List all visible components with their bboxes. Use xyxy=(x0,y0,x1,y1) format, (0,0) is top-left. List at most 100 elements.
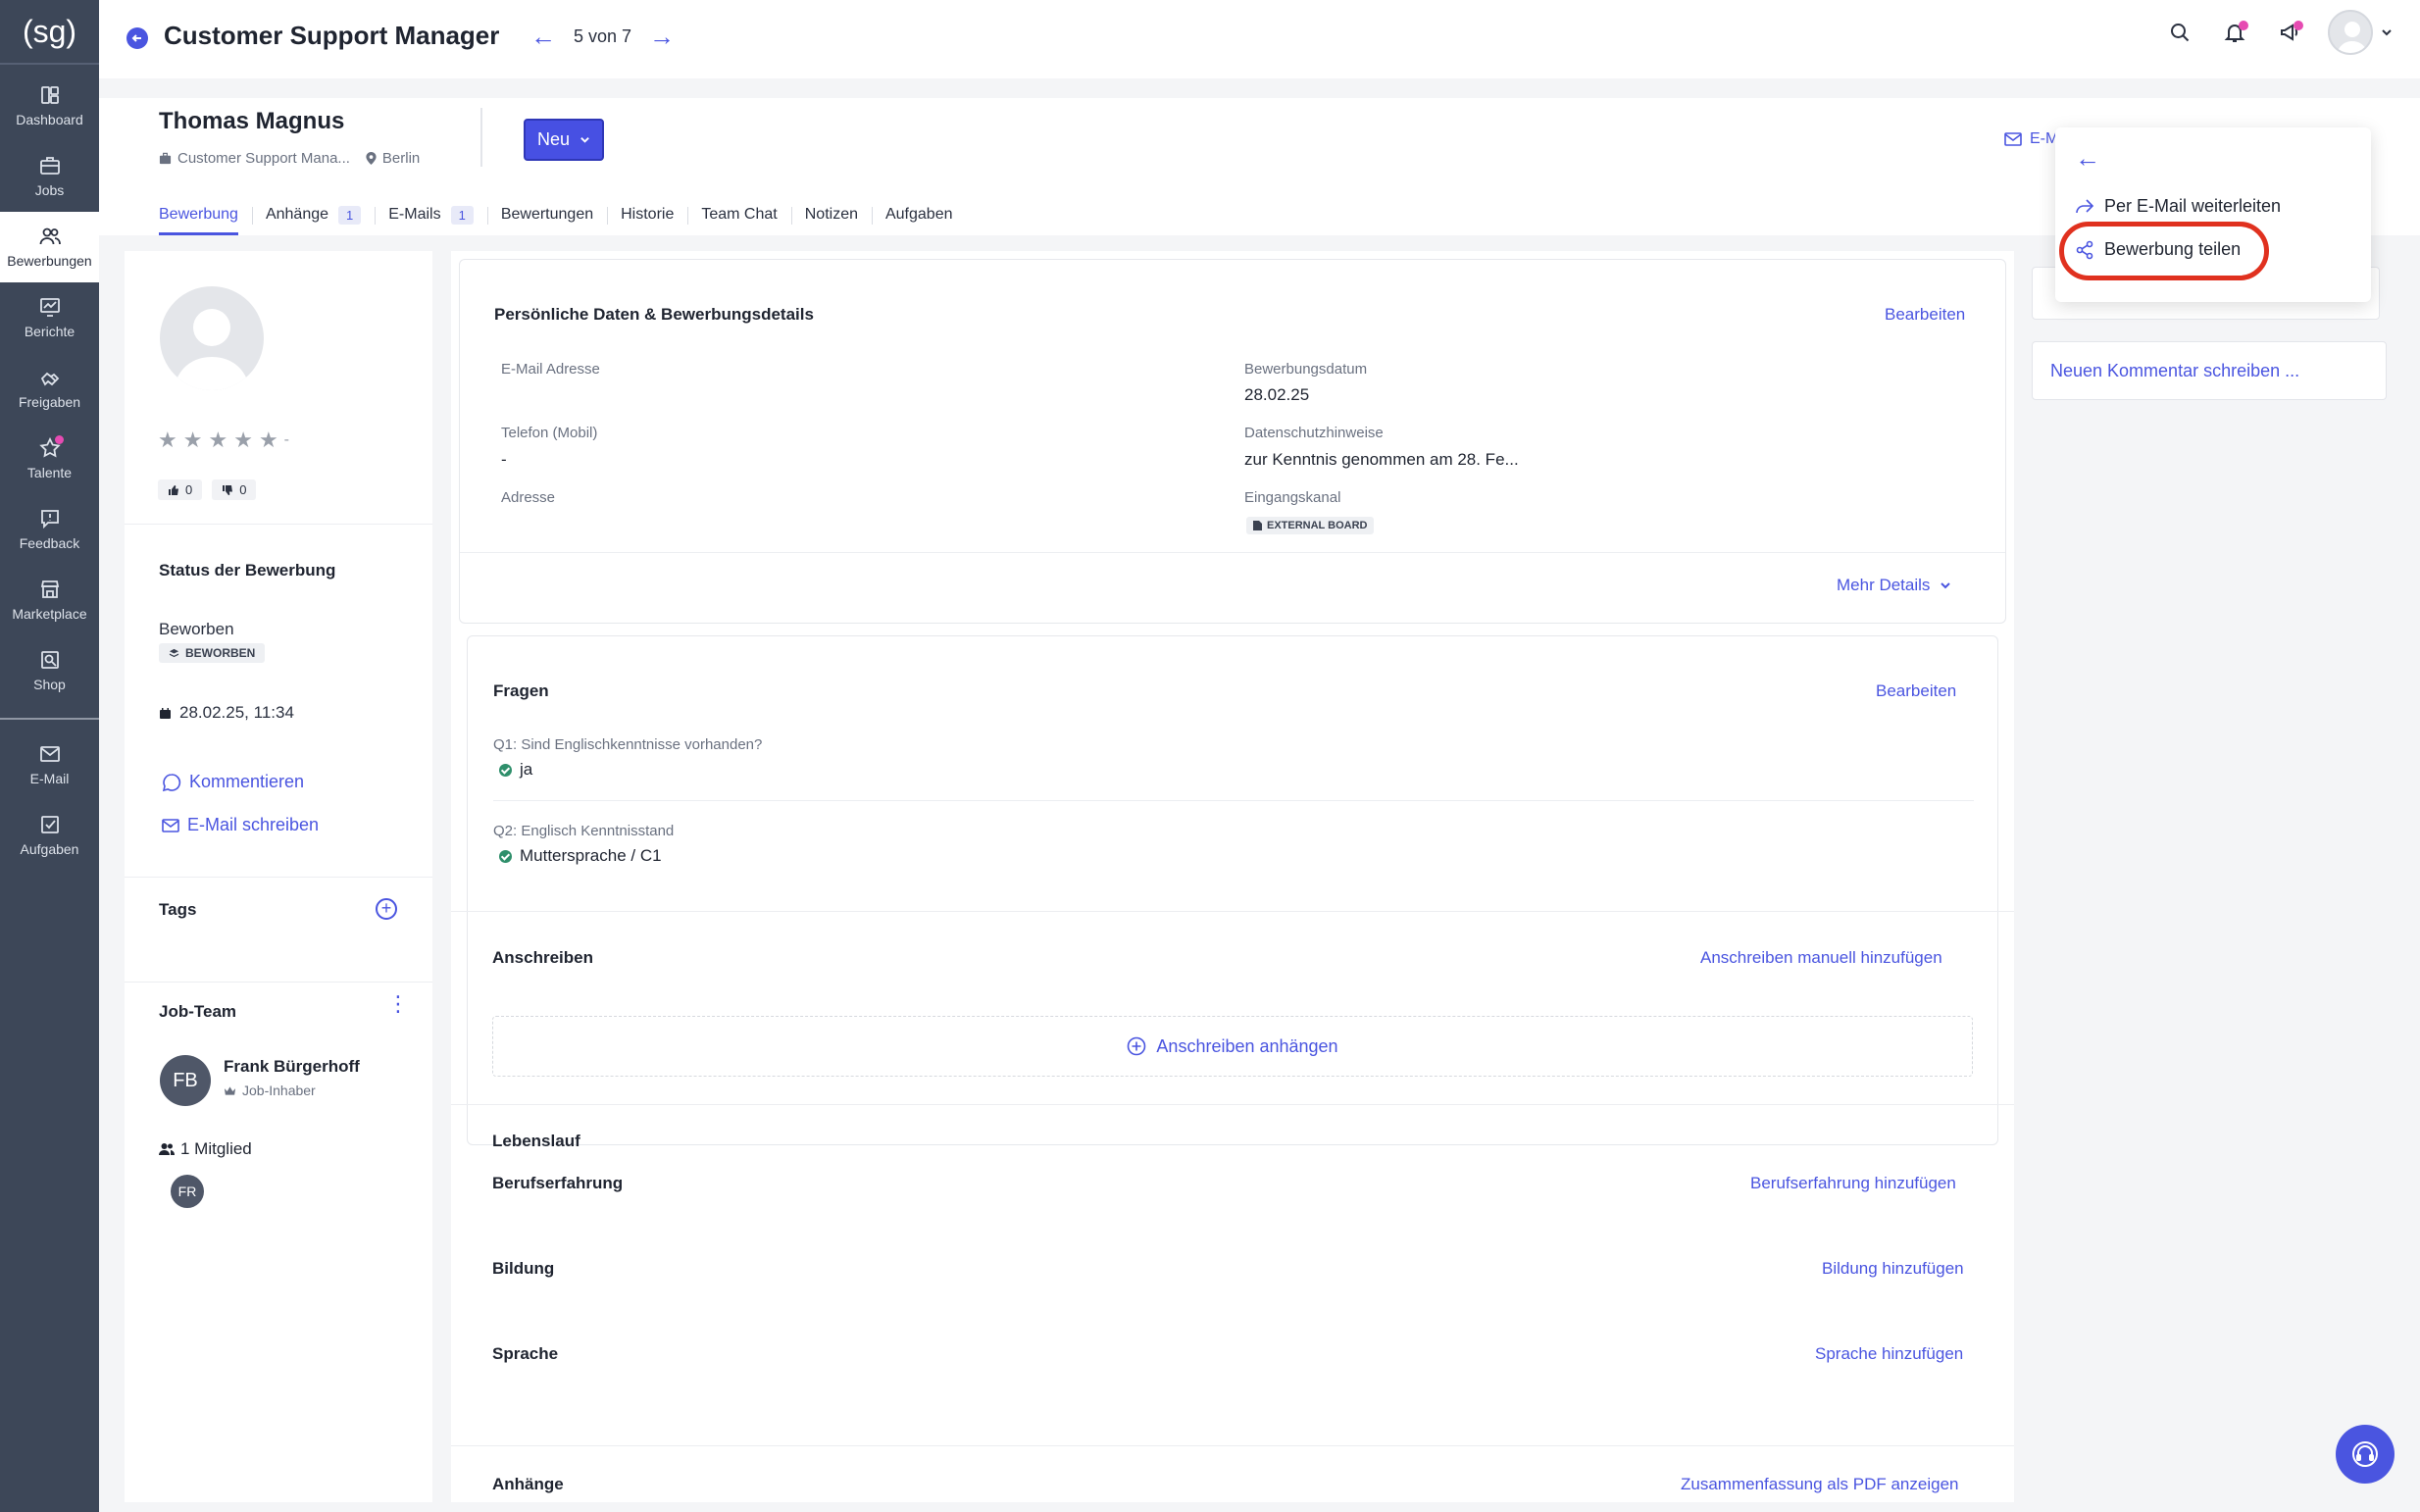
support-chat-button[interactable] xyxy=(2336,1425,2395,1484)
add-cover-letter-manual-link[interactable]: Anschreiben manuell hinzufügen xyxy=(1700,948,1942,968)
application-date-value: 28.02.25 xyxy=(1244,385,1310,404)
avatar[interactable]: FR xyxy=(171,1175,204,1208)
user-silhouette-icon xyxy=(174,309,250,390)
sidebar-item-shop[interactable]: Shop xyxy=(0,635,99,706)
divider xyxy=(451,911,2014,912)
edit-personal-link[interactable]: Bearbeiten xyxy=(1885,305,1965,325)
more-details-label: Mehr Details xyxy=(1837,576,1931,594)
app-logo[interactable]: (sg) xyxy=(0,0,99,65)
attachments-heading: Anhänge xyxy=(492,1475,564,1493)
rating-stars[interactable]: ★ ★ ★ ★ ★ - xyxy=(158,428,289,453)
user-menu-button[interactable] xyxy=(2328,10,2398,55)
sidebar-item-berichte[interactable]: Berichte xyxy=(0,282,99,353)
tab-bewertungen[interactable]: Bewertungen xyxy=(486,194,607,235)
more-details-link[interactable]: Mehr Details xyxy=(1837,576,1951,595)
cover-letter-heading: Anschreiben xyxy=(492,948,593,967)
menu-item-forward-email[interactable]: Per E-Mail weiterleiten xyxy=(2075,196,2281,217)
email-label: E-Mail Adresse xyxy=(501,361,600,378)
sidebar-item-talente[interactable]: Talente xyxy=(0,424,99,494)
status-dropdown-button[interactable]: Neu xyxy=(524,119,604,161)
feedback-icon xyxy=(40,510,59,529)
email-action-link[interactable]: E-M xyxy=(2004,130,2058,148)
back-arrow-icon[interactable]: ← xyxy=(2075,143,2100,174)
thumbs-up-button[interactable]: 0 xyxy=(158,479,203,500)
candidate-tabs: Bewerbung Anhänge 1 E-Mails 1 Bewertungen … xyxy=(159,194,967,235)
sidebar-item-label: Freigaben xyxy=(18,394,81,410)
divider xyxy=(125,982,432,983)
search-button[interactable] xyxy=(2163,16,2196,49)
star-icon[interactable]: ★ xyxy=(183,428,203,453)
star-icon[interactable]: ★ xyxy=(158,428,177,453)
sidebar-item-dashboard[interactable]: Dashboard xyxy=(0,71,99,141)
divider xyxy=(125,877,432,878)
previous-arrow-icon[interactable]: ← xyxy=(530,24,556,49)
chevron-down-icon xyxy=(1941,582,1951,589)
header-divider xyxy=(480,108,482,167)
star-icon[interactable]: ★ xyxy=(259,428,278,453)
sidebar-item-label: Jobs xyxy=(34,182,65,198)
sidebar-item-jobs[interactable]: Jobs xyxy=(0,141,99,212)
add-language-link[interactable]: Sprache hinzufügen xyxy=(1815,1344,1963,1364)
tab-notizen[interactable]: Notizen xyxy=(790,194,872,235)
tab-team-chat[interactable]: Team Chat xyxy=(687,194,790,235)
tab-label: Bewerbung xyxy=(159,206,238,223)
channel-badge: EXTERNAL BOARD xyxy=(1246,517,1375,534)
announcements-button[interactable] xyxy=(2273,16,2306,49)
users-icon xyxy=(159,1143,175,1155)
forward-icon xyxy=(2076,198,2094,213)
channel-value: EXTERNAL BOARD xyxy=(1267,520,1368,531)
thumbs-down-count: 0 xyxy=(239,482,247,497)
kebab-icon: ⋮ xyxy=(387,991,409,1016)
tab-bewerbung[interactable]: Bewerbung xyxy=(159,194,252,235)
sidebar-divider xyxy=(0,718,99,720)
tab-anhaenge[interactable]: Anhänge 1 xyxy=(251,194,375,235)
thumbs-down-button[interactable]: 0 xyxy=(212,479,257,500)
sidebar-item-label: Marketplace xyxy=(12,606,87,622)
next-arrow-icon[interactable]: → xyxy=(649,24,675,49)
divider xyxy=(451,1104,2014,1105)
tab-emails[interactable]: E-Mails 1 xyxy=(375,194,487,235)
owner-role: Job-Inhaber xyxy=(224,1083,316,1098)
comment-link[interactable]: Kommentieren xyxy=(162,772,304,792)
team-menu-button[interactable]: ⋮ xyxy=(387,993,409,1015)
star-icon[interactable]: ★ xyxy=(208,428,227,453)
plus-circle-icon xyxy=(1128,1036,1146,1056)
member-count-text: 1 Mitglied xyxy=(180,1139,252,1158)
team-heading: Job-Team xyxy=(159,1002,237,1021)
count-badge: 1 xyxy=(338,205,362,225)
show-pdf-summary-link[interactable]: Zusammenfassung als PDF anzeigen xyxy=(1681,1475,1958,1494)
privacy-label: Datenschutzhinweise xyxy=(1244,425,1384,441)
owner-role-text: Job-Inhaber xyxy=(242,1083,316,1098)
tab-label: Team Chat xyxy=(701,206,778,223)
sidebar-item-marketplace[interactable]: Marketplace xyxy=(0,565,99,635)
owner-name: Frank Bürgerhoff xyxy=(224,1057,360,1076)
notification-dot xyxy=(2239,21,2248,30)
add-tag-button[interactable]: + xyxy=(376,898,397,920)
tab-aufgaben[interactable]: Aufgaben xyxy=(871,194,967,235)
tab-historie[interactable]: Historie xyxy=(607,194,687,235)
notifications-button[interactable] xyxy=(2218,16,2251,49)
sidebar-item-label: Bewerbungen xyxy=(7,253,92,269)
star-icon[interactable]: ★ xyxy=(233,428,253,453)
tab-label: Historie xyxy=(621,206,675,223)
attach-cover-letter-dropzone[interactable]: Anschreiben anhängen xyxy=(492,1016,1973,1077)
menu-item-label: Per E-Mail weiterleiten xyxy=(2104,196,2282,216)
sidebar-item-freigaben[interactable]: Freigaben xyxy=(0,353,99,424)
tab-label: Bewertungen xyxy=(500,206,594,223)
sidebar-item-label: E-Mail xyxy=(29,771,70,786)
status-heading: Status der Bewerbung xyxy=(159,561,336,580)
cv-heading: Lebenslauf xyxy=(492,1132,580,1150)
back-button[interactable] xyxy=(126,27,148,49)
sidebar-item-email[interactable]: E-Mail xyxy=(0,730,99,800)
chevron-down-icon xyxy=(580,137,589,143)
new-comment-input[interactable]: Neuen Kommentar schreiben ... xyxy=(2032,341,2387,400)
add-education-link[interactable]: Bildung hinzufügen xyxy=(1822,1259,1964,1279)
sidebar-item-feedback[interactable]: Feedback xyxy=(0,494,99,565)
personal-data-card: Persönliche Daten & Bewerbungsdetails Be… xyxy=(459,259,2006,624)
sidebar-item-bewerbungen[interactable]: Bewerbungen xyxy=(0,212,99,282)
sidebar-item-aufgaben[interactable]: Aufgaben xyxy=(0,800,99,871)
add-work-experience-link[interactable]: Berufserfahrung hinzufügen xyxy=(1750,1174,1956,1193)
sidebar-item-label: Dashboard xyxy=(16,112,83,127)
edit-questions-link[interactable]: Bearbeiten xyxy=(1876,681,1956,701)
write-email-link[interactable]: E-Mail schreiben xyxy=(162,815,319,835)
